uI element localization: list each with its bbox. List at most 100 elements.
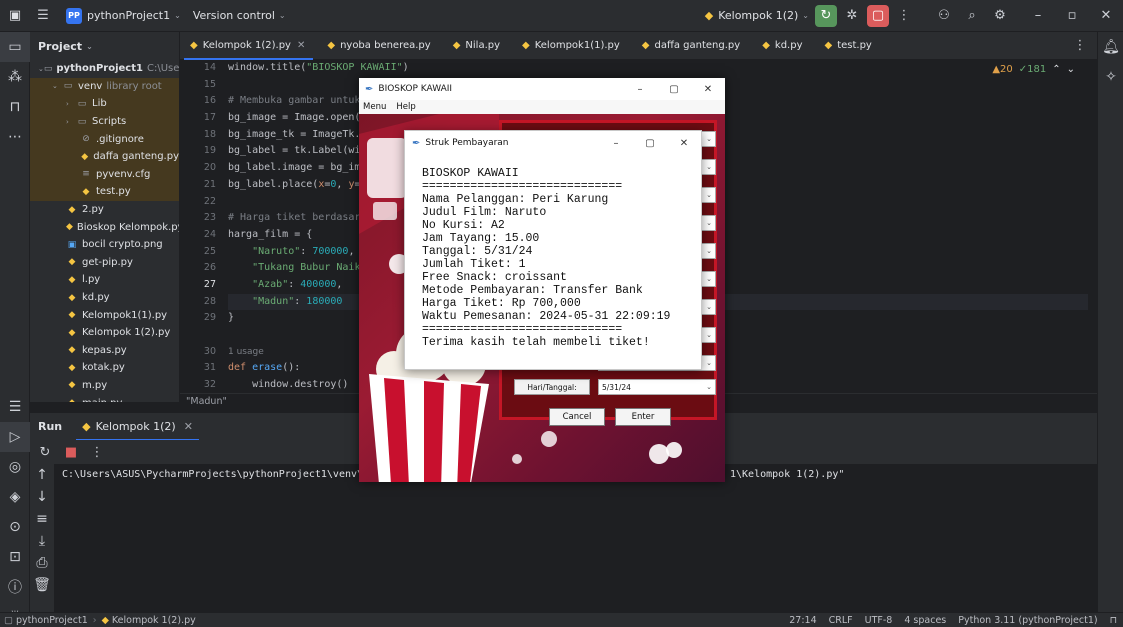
chevron-down-icon[interactable]: ⌄: [706, 303, 715, 311]
app-logo-icon[interactable]: ▣: [4, 5, 26, 27]
tree-item[interactable]: ◆ Kelompok 1(2).py: [30, 324, 179, 342]
status-encoding[interactable]: UTF-8: [865, 615, 893, 626]
editor-tab[interactable]: ◆ Nila.py: [443, 32, 512, 60]
editor-tab[interactable]: ◆ Kelompok1(1).py: [512, 32, 632, 60]
tree-item[interactable]: ◆ Kelompok1(1).py: [30, 306, 179, 324]
chevron-down-icon[interactable]: ⌄: [706, 219, 715, 227]
menu-help[interactable]: Help: [396, 102, 415, 112]
status-indent[interactable]: 4 spaces: [904, 615, 946, 626]
chevron-down-icon[interactable]: ⌄: [1067, 64, 1075, 75]
enter-button[interactable]: Enter: [615, 408, 671, 426]
more-icon[interactable]: ⋮: [893, 5, 915, 27]
project-switcher[interactable]: PP pythonProject1 ⌄: [60, 0, 187, 32]
editor-tab[interactable]: ◆ nyoba benerea.py: [317, 32, 442, 60]
chevron-down-icon[interactable]: ⌄: [706, 275, 715, 283]
structure-icon[interactable]: ⁂: [0, 62, 30, 92]
python-console-icon[interactable]: ⊙: [0, 512, 30, 542]
soft-wrap-icon[interactable]: ≡: [30, 508, 54, 530]
tabs-menu-icon[interactable]: ⋮: [1069, 35, 1091, 57]
debug-icon[interactable]: ✲: [841, 5, 863, 27]
print-icon[interactable]: ⎙: [30, 552, 54, 574]
chevron-up-icon[interactable]: ⌃: [1052, 64, 1060, 75]
run-tool-icon[interactable]: ▷: [0, 422, 30, 452]
tree-item[interactable]: › ▭ Lib: [30, 95, 179, 113]
editor-tab[interactable]: ◆ Kelompok 1(2).py ✕: [180, 32, 317, 60]
tree-item[interactable]: ◆ kotak.py: [30, 359, 179, 377]
ai-assistant-icon[interactable]: ✧: [1098, 62, 1123, 92]
problems-icon[interactable]: ⓘ: [0, 572, 30, 602]
tree-item[interactable]: ◆ m.py: [30, 377, 179, 395]
run-config-selector[interactable]: ◆ Kelompok 1(2) ⌄: [699, 0, 815, 32]
tree-item[interactable]: ⌄ ▭ pythonProject1 C:\Use: [30, 60, 179, 78]
editor-tab[interactable]: ◆ test.py: [815, 32, 884, 60]
inspection-widget[interactable]: ▲20 ✓181 ⌃ ⌄: [992, 64, 1075, 75]
run-tab[interactable]: ◆ Kelompok 1(2) ✕: [72, 413, 203, 441]
menu-menu[interactable]: Menu: [363, 102, 386, 112]
settings-icon[interactable]: ⚙: [989, 5, 1011, 27]
status-interpreter[interactable]: Python 3.11 (pythonProject1): [958, 615, 1097, 626]
more-tools-icon[interactable]: ⋯: [0, 122, 30, 152]
close-icon[interactable]: ✕: [184, 420, 193, 433]
maximize-icon[interactable]: ▢: [633, 138, 667, 149]
editor-tab[interactable]: ◆ daffa ganteng.py: [632, 32, 752, 60]
run-console[interactable]: C:\Users\ASUS\PycharmProjects\pythonProj…: [54, 464, 1097, 612]
close-icon[interactable]: ✕: [667, 138, 701, 149]
lock-icon[interactable]: ⊓: [1110, 615, 1117, 626]
tree-item[interactable]: ◆ Bioskop Kelompok.py: [30, 218, 179, 236]
date-select[interactable]: 5/31/24 ⌄: [598, 379, 716, 395]
minimize-icon[interactable]: –: [623, 84, 657, 95]
chevron-right-icon[interactable]: ›: [66, 118, 76, 126]
tree-item[interactable]: ◆ daffa ganteng.py: [30, 147, 179, 166]
project-folder-icon[interactable]: ▭: [0, 32, 30, 62]
chevron-down-icon[interactable]: ⌄: [706, 359, 715, 367]
chevron-down-icon[interactable]: ⌄: [706, 135, 715, 143]
tree-item[interactable]: ◆ main.py: [30, 394, 179, 402]
status-position[interactable]: 27:14: [789, 615, 816, 626]
add-user-icon[interactable]: ⚇: [933, 5, 955, 27]
maximize-icon[interactable]: ▢: [657, 84, 691, 95]
status-file[interactable]: Kelompok 1(2).py: [112, 615, 196, 626]
close-icon[interactable]: ✕: [691, 84, 725, 95]
scroll-end-icon[interactable]: ⤓: [30, 530, 54, 552]
tree-item[interactable]: ◆ l.py: [30, 271, 179, 289]
main-menu-icon[interactable]: ☰: [32, 5, 54, 27]
vcs-menu[interactable]: Version control ⌄: [187, 0, 292, 32]
notifications-icon[interactable]: 🔔︎: [1098, 32, 1123, 62]
scroll-up-icon[interactable]: ↑: [30, 464, 54, 486]
chevron-down-icon[interactable]: ⌄: [706, 383, 715, 391]
search-icon[interactable]: ⌕: [961, 5, 983, 27]
trash-icon[interactable]: 🗑︎: [30, 574, 54, 596]
scroll-down-icon[interactable]: ↓: [30, 486, 54, 508]
tree-item[interactable]: ≡ pyvenv.cfg: [30, 165, 179, 184]
chevron-down-icon[interactable]: ⌄: [706, 247, 715, 255]
chevron-right-icon[interactable]: ›: [66, 100, 76, 108]
rerun-icon[interactable]: ↻: [34, 441, 56, 463]
minimize-icon[interactable]: –: [599, 138, 633, 149]
python-packages-icon[interactable]: ◎: [0, 452, 30, 482]
close-icon[interactable]: ✕: [1095, 5, 1117, 27]
tree-item[interactable]: ⌄ ▭ venv library root: [30, 77, 179, 96]
layers-icon[interactable]: ☰: [0, 392, 30, 422]
restore-icon[interactable]: ▫: [1061, 5, 1083, 27]
tree-item[interactable]: › ▭ Scripts: [30, 112, 179, 131]
tree-item[interactable]: ◆ kepas.py: [30, 342, 179, 360]
close-icon[interactable]: ✕: [297, 40, 305, 51]
status-project[interactable]: pythonProject1: [16, 615, 88, 626]
chevron-down-icon[interactable]: ⌄: [706, 331, 715, 339]
tree-item[interactable]: ◆ get-pip.py: [30, 254, 179, 272]
tree-item[interactable]: ⊘ .gitignore: [30, 130, 179, 148]
chevron-down-icon[interactable]: ⌄: [706, 163, 715, 171]
rerun-icon[interactable]: ↻: [815, 4, 837, 27]
editor-tab[interactable]: ◆ kd.py: [752, 32, 814, 60]
services-icon[interactable]: ◈: [0, 482, 30, 512]
project-panel-header[interactable]: Project ⌄: [30, 32, 179, 60]
terminal-icon[interactable]: ⊡: [0, 542, 30, 572]
usage-hint[interactable]: 1 usage: [228, 347, 264, 357]
status-line-separator[interactable]: CRLF: [829, 615, 853, 626]
stop-icon[interactable]: ▢: [867, 4, 889, 27]
tree-item[interactable]: ◆ kd.py: [30, 289, 179, 307]
chevron-down-icon[interactable]: ⌄: [52, 82, 62, 90]
tree-item[interactable]: ◆ 2.py: [30, 201, 179, 219]
more-icon[interactable]: ⋮: [86, 441, 108, 463]
tree-item[interactable]: ◆ test.py: [30, 183, 179, 201]
